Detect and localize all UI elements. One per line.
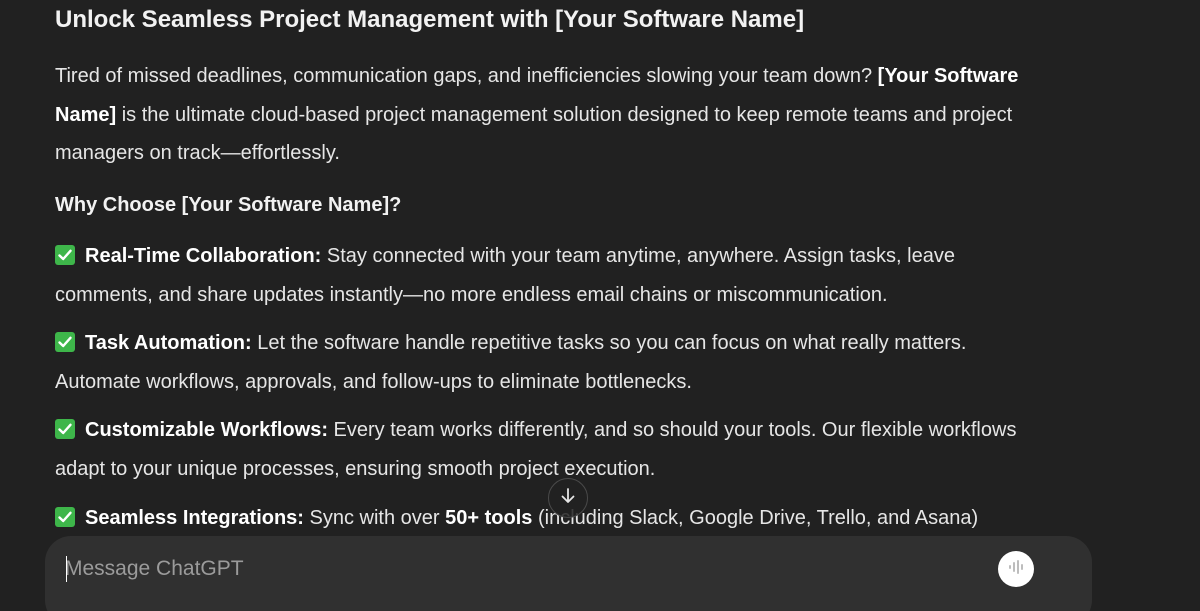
feature-label: Seamless Integrations:	[85, 507, 304, 529]
feature-label: Task Automation:	[85, 332, 252, 354]
check-mark-icon	[55, 419, 75, 439]
feature-label: Real-Time Collaboration:	[85, 245, 322, 267]
intro-paragraph: Tired of missed deadlines, communication…	[55, 57, 1045, 173]
feature-text: Sync with over	[303, 507, 446, 529]
feature-bold-text: 50+ tools	[445, 507, 533, 529]
scroll-to-bottom-button[interactable]	[548, 478, 588, 518]
text-caret	[66, 556, 67, 582]
message-input[interactable]	[65, 554, 965, 584]
arrow-down-icon	[559, 487, 577, 510]
check-mark-icon	[55, 507, 75, 527]
feature-text-end: (including Slack, Google Drive, Trello, …	[532, 507, 979, 529]
voice-mode-icon	[1006, 557, 1026, 582]
intro-text-end: is the ultimate cloud-based project mana…	[55, 103, 1013, 165]
feature-label: Customizable Workflows:	[85, 419, 328, 441]
check-mark-icon	[55, 332, 75, 352]
intro-text: Tired of missed deadlines, communication…	[55, 65, 878, 87]
feature-item: Real-Time Collaboration: Stay connected …	[55, 237, 1050, 314]
check-mark-icon	[55, 245, 75, 265]
voice-mode-button[interactable]	[998, 551, 1034, 587]
message-title: Unlock Seamless Project Management with …	[55, 6, 805, 33]
feature-item: Customizable Workflows: Every team works…	[55, 411, 1050, 488]
message-composer	[45, 536, 1092, 611]
why-heading: Why Choose [Your Software Name]?	[55, 194, 402, 216]
chat-page: Unlock Seamless Project Management with …	[0, 0, 1200, 611]
feature-item: Task Automation: Let the software handle…	[55, 324, 1050, 401]
